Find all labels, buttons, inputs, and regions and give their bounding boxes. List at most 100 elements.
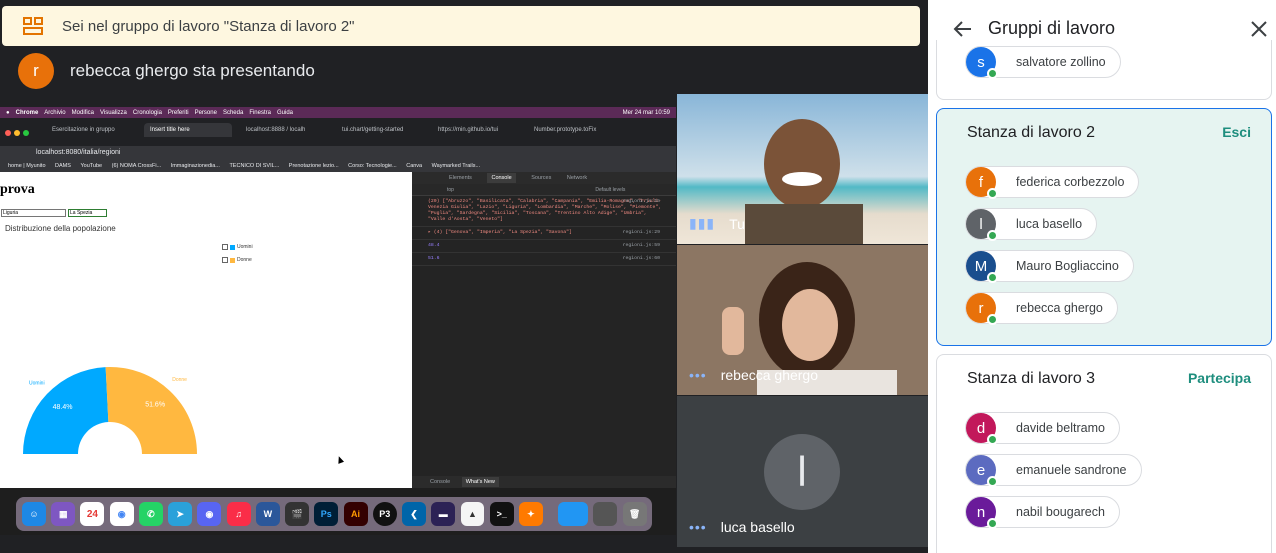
member-chip: l luca basello	[965, 208, 1098, 241]
join-room-button[interactable]: Partecipa	[1188, 370, 1251, 386]
shared-screen: ● Chrome Archivio Modifica Visualizza Cr…	[0, 107, 676, 535]
participant-tile-rebecca[interactable]: ••• rebecca ghergo	[677, 245, 928, 395]
devtools-tab: Console	[487, 173, 516, 183]
breakout-room-1: s salvatore zollino	[936, 40, 1272, 100]
member-chip: M Mauro Bogliaccino	[965, 250, 1134, 283]
online-status-icon	[987, 68, 998, 79]
avatar: f	[966, 167, 998, 199]
participant-tile-tu[interactable]: ▮▮▮ Tu	[677, 94, 928, 244]
mouse-cursor-icon	[335, 455, 345, 464]
music-icon: ♫	[226, 502, 251, 526]
meet-window: Sei nel gruppo di lavoro "Stanza di lavo…	[0, 0, 1276, 553]
menu-item: Preferiti	[167, 109, 189, 116]
avatar: n	[966, 497, 998, 529]
member-chip: f federica corbezzolo	[965, 166, 1140, 199]
log-text: 48.4	[428, 243, 440, 248]
participant-label: luca basello	[720, 519, 795, 535]
log-source: regioni.js:59	[622, 243, 660, 248]
member-chip: r rebecca ghergo	[965, 292, 1118, 325]
category-label: Donne	[172, 377, 187, 383]
vscode-icon: ❮	[402, 502, 426, 526]
page-title: prova	[0, 182, 35, 197]
mac-dock: ☺ ▦ 24 ◉ ✆ ➤ ◉ ♫ W 🎬 Ps Ai P3 ❮ ▬ ▲ >_ ✦…	[16, 497, 652, 531]
devtools-tabs: Elements Console Sources Network	[412, 172, 676, 184]
menu-item: Chrome	[15, 109, 39, 116]
avatar: e	[966, 455, 998, 487]
breakout-room-2: Stanza di lavoro 2 Esci f federica corbe…	[936, 108, 1272, 346]
address-bar: localhost:8080/italia/regioni	[0, 146, 676, 160]
sublime-icon: ✦	[518, 502, 543, 526]
log-source: regioni.js:15	[622, 199, 660, 204]
telegram-icon: ➤	[168, 502, 193, 526]
avatar: l	[764, 434, 840, 510]
tableplus-icon: ▲	[460, 502, 485, 526]
online-status-icon	[987, 230, 998, 241]
console-log: 51.6 regioni.js:60	[412, 253, 676, 266]
avatar: r	[18, 53, 54, 89]
online-status-icon	[987, 518, 998, 529]
online-status-icon	[987, 272, 998, 283]
menu-item: Visualizza	[99, 109, 127, 116]
launchpad-icon: ▦	[51, 502, 76, 526]
bookmarks-bar: home | Myunito DAMS YouTube (6) NOMA Cro…	[0, 160, 676, 172]
breakout-rooms-icon	[23, 17, 43, 35]
back-arrow-icon[interactable]	[953, 19, 973, 39]
region-select: Liguria	[1, 209, 66, 217]
finder-icon: ☺	[22, 502, 46, 526]
p3-icon: P3	[372, 502, 397, 526]
presenter-info: r rebecca ghergo sta presentando	[18, 53, 315, 89]
final-cut-icon: 🎬	[285, 502, 310, 526]
member-name: Mauro Bogliaccino	[1016, 259, 1119, 273]
member-chip: s salvatore zollino	[965, 46, 1121, 79]
member-name: nabil bougarech	[1016, 505, 1105, 519]
browser-tabbar: Esercitazione in gruppo Insert title her…	[0, 118, 676, 146]
whatsapp-icon: ✆	[138, 502, 163, 526]
bookmark: Canva	[406, 163, 423, 169]
menu-item: Modifica	[71, 109, 94, 116]
menu-item: Archivio	[44, 109, 66, 116]
log-source: regioni.js:29	[622, 230, 660, 235]
illustrator-icon: Ai	[343, 502, 368, 526]
chrome-icon: ◉	[109, 502, 134, 526]
console-toolbar: top Default levels	[412, 184, 676, 196]
leave-room-button[interactable]: Esci	[1222, 124, 1251, 140]
bookmark: DAMS	[55, 163, 71, 169]
banner-text: Sei nel gruppo di lavoro "Stanza di lavo…	[62, 17, 355, 35]
browser-tab: Number.prototype.toFix	[534, 127, 597, 133]
breakout-panel: Gruppi di lavoro s salvatore zollino Sta…	[928, 0, 1276, 553]
close-icon[interactable]	[1250, 20, 1268, 38]
console-log: ▸ (4) ["Genova", "Imperia", "La Spezia",…	[412, 227, 676, 240]
devtools-tab: Network	[566, 175, 588, 181]
trash-icon: 🗑	[622, 502, 647, 526]
member-name: davide beltramo	[1016, 421, 1105, 435]
bookmark: TECNICO DI SVIL...	[229, 163, 280, 169]
bookmark: Immaginazionedia...	[170, 163, 220, 169]
room-title: Stanza di lavoro 3	[967, 370, 1096, 387]
member-name: salvatore zollino	[1016, 55, 1106, 69]
member-name: emanuele sandrone	[1016, 463, 1127, 477]
online-status-icon	[987, 434, 998, 445]
breakout-banner: Sei nel gruppo di lavoro "Stanza di lavo…	[2, 6, 920, 46]
participant-label: rebecca ghergo	[720, 367, 819, 383]
room-title: Stanza di lavoro 2	[967, 124, 1096, 141]
online-status-icon	[987, 188, 998, 199]
participant-name: ▮▮▮ Tu	[689, 215, 745, 232]
devtools-tab: Sources	[531, 175, 552, 181]
web-page: prova Liguria La Spezia Distribuzione de…	[0, 172, 412, 488]
window-controls	[5, 123, 32, 141]
breakout-room-3: Stanza di lavoro 3 Partecipa d davide be…	[936, 354, 1272, 553]
devtools-tab: Elements	[449, 175, 472, 181]
member-chip: d davide beltramo	[965, 412, 1120, 445]
member-chip: e emanuele sandrone	[965, 454, 1142, 487]
terminal-icon: >_	[489, 502, 514, 526]
panel-title: Gruppi di lavoro	[988, 18, 1116, 38]
more-dots-icon: •••	[689, 519, 707, 535]
bookmark: (6) NOMA CrossFi...	[111, 163, 162, 169]
bookmark: Corso: Tecnologie...	[348, 163, 397, 169]
category-label: Uomini	[29, 380, 45, 386]
browser-tab: Esercitazione in gruppo	[52, 127, 115, 133]
drawer-tab: Console	[430, 479, 451, 485]
participant-tile-luca[interactable]: l ••• luca basello	[677, 396, 928, 547]
levels-select: Default levels	[595, 187, 626, 193]
data-label: 51.6%	[145, 402, 165, 409]
